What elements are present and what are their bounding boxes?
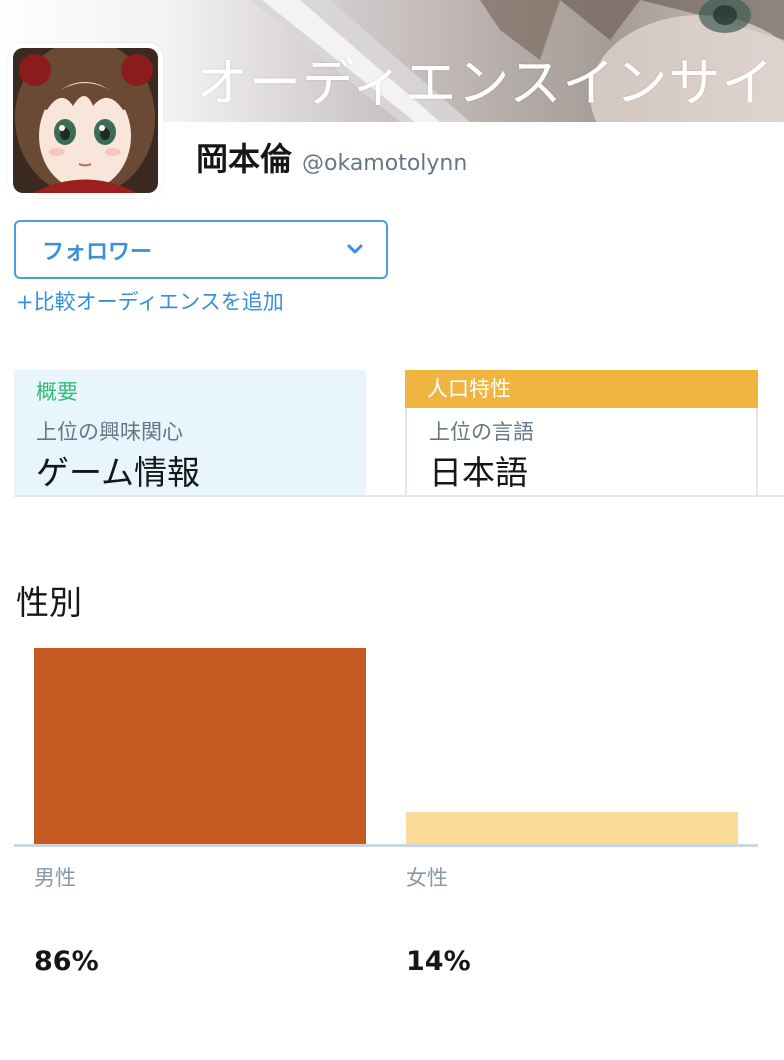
tab-divider [366,370,405,497]
tab-overview-label: 概要 [36,380,78,404]
chevron-down-icon [346,242,364,261]
avatar[interactable] [8,43,163,198]
male-percentage: 86% [34,946,99,977]
top-language-value: 日本語 [429,453,528,492]
top-interest-label: 上位の興味関心 [36,420,183,444]
female-bar [406,812,738,844]
avatar-image-icon [13,48,158,193]
tab-demographics[interactable]: 人口特性 上位の言語 日本語 [405,370,758,497]
audience-select[interactable]: フォロワー [14,220,388,279]
tab-overview[interactable]: 概要 上位の興味関心 ゲーム情報 [14,370,366,497]
top-language-label: 上位の言語 [429,420,534,444]
female-label: 女性 [406,866,448,890]
female-percentage: 14% [406,946,471,977]
tab-demographics-label: 人口特性 [405,370,758,408]
display-name: 岡本倫 [196,140,293,178]
user-handle[interactable]: @okamotolynn [302,151,467,176]
profile-name-row: 岡本倫 @okamotolynn [196,134,467,178]
page-title: オーディエンスインサイ [196,54,775,114]
male-bar [34,648,366,844]
male-label: 男性 [34,866,76,890]
gender-bar-chart [14,648,758,847]
gender-section-title: 性別 [16,583,82,622]
add-comparison-audience-link[interactable]: +比較オーディエンスを追加 [16,286,284,316]
chart-baseline [14,844,758,847]
tab-divider-right [758,370,784,497]
audience-select-value: フォロワー [42,239,153,265]
top-interest-value: ゲーム情報 [36,453,201,492]
